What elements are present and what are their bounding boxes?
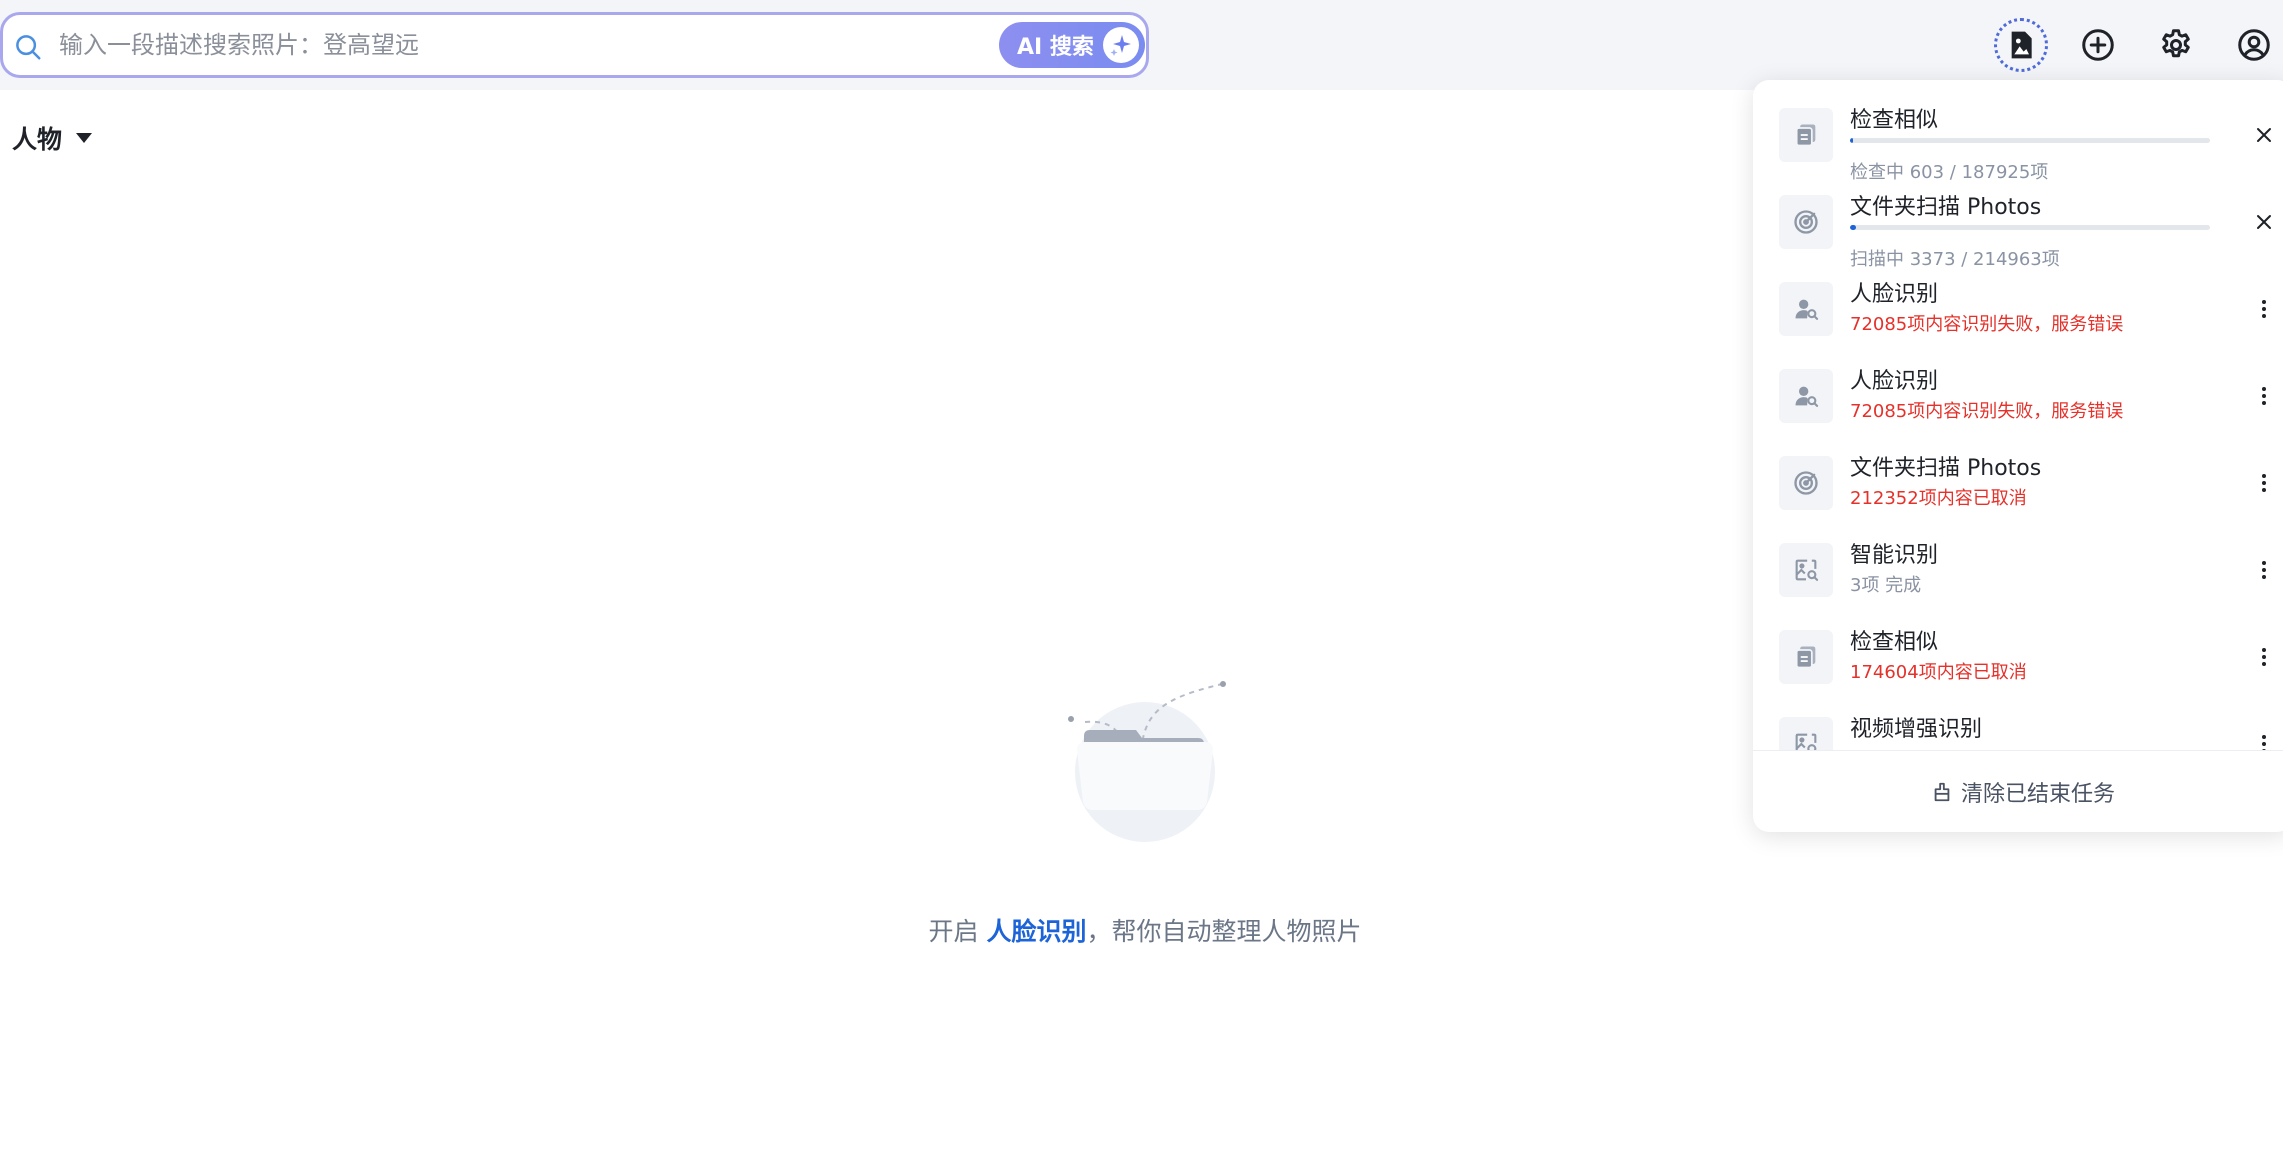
empty-folder-illustration <box>1068 681 1226 842</box>
clear-finished-tasks-button[interactable]: 清除已结束任务 <box>1753 750 2283 832</box>
task-item: 检查相似 174604项内容已取消 <box>1753 602 2283 689</box>
task-status: 3项 完成 <box>1850 575 1922 596</box>
radar-icon <box>1779 195 1833 249</box>
task-item: 检查相似 检查中 603 / 187925项 <box>1753 80 2283 183</box>
task-progress-bar <box>1850 138 2210 143</box>
more-icon <box>2262 474 2266 492</box>
clear-finished-tasks-label: 清除已结束任务 <box>1960 781 2115 807</box>
copy-icon <box>1779 630 1833 684</box>
add-button[interactable] <box>2071 18 2125 72</box>
broom-icon <box>1934 782 1950 801</box>
add-icon <box>2082 29 2114 61</box>
settings-button[interactable] <box>2149 18 2203 72</box>
task-progress-fill <box>1850 225 1856 230</box>
task-more-button[interactable] <box>2249 642 2279 672</box>
task-more-button[interactable] <box>2249 555 2279 585</box>
more-icon <box>2262 735 2266 750</box>
task-name: 人脸识别 <box>1850 369 1939 394</box>
more-icon <box>2262 648 2266 666</box>
task-more-button[interactable] <box>2249 294 2279 324</box>
search-input[interactable] <box>59 25 959 65</box>
task-more-button[interactable] <box>2249 381 2279 411</box>
face-search-icon <box>1779 369 1833 423</box>
close-icon <box>2257 215 2271 229</box>
empty-state-prefix: 开启 <box>928 917 987 946</box>
radar-icon <box>1779 456 1833 510</box>
task-list[interactable]: 检查相似 检查中 603 / 187925项 文件夹扫描 Photos 扫描中 … <box>1753 80 2283 750</box>
ai-search-label: AI 搜索 <box>1017 35 1094 60</box>
more-icon <box>2262 561 2266 579</box>
task-center-icon <box>2011 31 2032 59</box>
face-search-icon <box>1779 282 1833 336</box>
task-progress-bar <box>1850 225 2210 230</box>
task-panel: 检查相似 检查中 603 / 187925项 文件夹扫描 Photos 扫描中 … <box>1753 80 2283 832</box>
task-item: 视频增强识别 <box>1753 689 2283 750</box>
search-box[interactable]: AI 搜索 <box>0 12 1149 78</box>
task-name: 文件夹扫描 Photos <box>1850 195 2042 220</box>
task-item: 人脸识别 72085项内容识别失败，服务错误 <box>1753 254 2283 341</box>
task-name: 文件夹扫描 Photos <box>1850 456 2042 481</box>
task-status: 212352项内容已取消 <box>1850 488 2027 509</box>
more-icon <box>2262 387 2266 405</box>
task-item: 文件夹扫描 Photos 212352项内容已取消 <box>1753 428 2283 515</box>
face-recognition-link[interactable]: 人脸识别 <box>986 917 1086 946</box>
category-dropdown[interactable]: 人物 <box>12 120 93 156</box>
task-progress-fill <box>1850 138 1853 143</box>
category-label: 人物 <box>12 125 63 154</box>
task-name: 检查相似 <box>1850 108 1939 133</box>
sparkle-icon <box>1103 27 1139 63</box>
task-item: 智能识别 3项 完成 <box>1753 515 2283 602</box>
task-name: 人脸识别 <box>1850 282 1939 307</box>
task-status: 72085项内容识别失败，服务错误 <box>1850 314 2124 335</box>
empty-state-text: 开启 人脸识别，帮你自动整理人物照片 <box>0 912 2283 948</box>
more-icon <box>2262 300 2266 318</box>
task-more-button[interactable] <box>2249 729 2279 750</box>
gear-icon <box>2162 29 2190 58</box>
caret-down-icon <box>76 133 93 143</box>
task-name: 视频增强识别 <box>1850 717 1983 742</box>
task-more-button[interactable] <box>2249 468 2279 498</box>
copy-icon <box>1779 108 1833 162</box>
image-search-icon <box>1779 717 1833 750</box>
search-icon <box>16 35 41 60</box>
task-center-button[interactable] <box>1994 18 2048 72</box>
ai-search-button[interactable]: AI 搜索 <box>999 22 1145 68</box>
task-status: 72085项内容识别失败，服务错误 <box>1850 401 2124 422</box>
task-status: 174604项内容已取消 <box>1850 662 2027 683</box>
cancel-task-button[interactable] <box>2249 120 2279 150</box>
user-icon <box>2238 29 2270 61</box>
empty-state-suffix: ，帮你自动整理人物照片 <box>1086 917 1362 946</box>
task-item: 文件夹扫描 Photos 扫描中 3373 / 214963项 <box>1753 167 2283 270</box>
cancel-task-button[interactable] <box>2249 207 2279 237</box>
top-bar: AI 搜索 <box>0 0 2283 90</box>
task-item: 人脸识别 72085项内容识别失败，服务错误 <box>1753 341 2283 428</box>
image-search-icon <box>1779 543 1833 597</box>
task-name: 智能识别 <box>1850 543 1939 568</box>
close-icon <box>2257 128 2271 142</box>
task-name: 检查相似 <box>1850 630 1939 655</box>
account-button[interactable] <box>2227 18 2281 72</box>
